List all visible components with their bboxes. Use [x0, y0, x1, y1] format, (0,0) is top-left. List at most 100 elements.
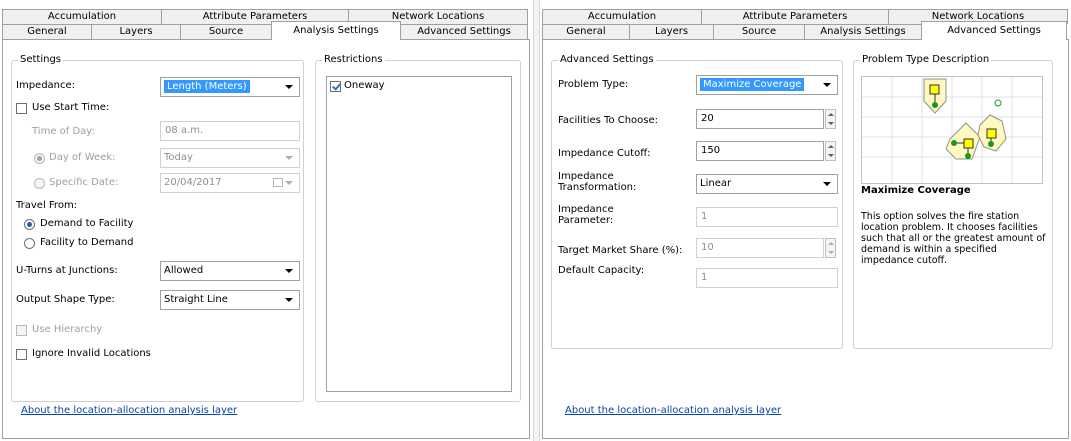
tab-analysis-settings[interactable]: Analysis Settings: [804, 24, 922, 39]
capacity-label: Default Capacity:: [558, 265, 645, 276]
capacity-value: 1: [701, 272, 708, 283]
chevron-down-icon: [285, 85, 293, 89]
day-of-week-radio[interactable]: [34, 153, 45, 164]
restriction-oneway-label: Oneway: [344, 80, 385, 91]
right-dialog-panel: Accumulation Attribute Parameters Networ…: [540, 0, 1071, 441]
tab-advanced-settings[interactable]: Advanced Settings: [921, 21, 1067, 40]
capacity-field[interactable]: 1: [696, 268, 838, 288]
facility-to-demand-radio[interactable]: [24, 238, 35, 249]
chevron-down-icon: [285, 269, 293, 273]
demand-to-facility-label: Demand to Facility: [40, 218, 134, 229]
chevron-down-icon: [285, 156, 293, 160]
tab-accumulation[interactable]: Accumulation: [2, 9, 162, 24]
problem-type-dropdown[interactable]: Maximize Coverage: [696, 75, 838, 95]
tab-general[interactable]: General: [542, 24, 630, 39]
parameter-value: 1: [701, 211, 708, 222]
spin-down-icon: [828, 251, 834, 254]
target-share-value: 10: [701, 242, 714, 253]
transformation-label: Impedance Transformation:: [558, 171, 637, 193]
spin-up-icon: [828, 145, 834, 148]
facilities-spinner[interactable]: [825, 109, 836, 129]
spin-up-icon: [828, 242, 834, 245]
specific-date-value: 20/04/2017: [164, 177, 222, 188]
spin-down-icon: [828, 154, 834, 157]
transformation-value: Linear: [700, 178, 732, 189]
restriction-oneway-checkbox[interactable]: [330, 81, 341, 92]
tab-source[interactable]: Source: [180, 24, 272, 39]
panel-divider: [533, 0, 540, 441]
uturns-label: U-Turns at Junctions:: [16, 265, 118, 276]
restrictions-legend: Restrictions: [322, 54, 385, 66]
day-of-week-dropdown[interactable]: Today: [160, 148, 300, 168]
cutoff-spinner[interactable]: [825, 141, 836, 161]
target-share-label: Target Market Share (%):: [558, 245, 683, 256]
impedance-dropdown[interactable]: Length (Meters): [160, 77, 300, 97]
spin-down-icon: [828, 122, 834, 125]
output-shape-label: Output Shape Type:: [16, 294, 115, 305]
specific-date-picker[interactable]: 20/04/2017: [160, 173, 300, 193]
left-dialog-panel: Accumulation Attribute Parameters Networ…: [0, 0, 533, 441]
maximize-coverage-diagram-icon: [862, 77, 1042, 183]
demand-to-facility-radio[interactable]: [24, 219, 35, 230]
use-start-time-checkbox[interactable]: [16, 103, 27, 114]
time-of-day-value: 08 a.m.: [165, 125, 204, 136]
problem-type-value: Maximize Coverage: [700, 78, 805, 91]
restrictions-group: Restrictions Oneway: [315, 54, 521, 402]
facilities-value: 20: [701, 113, 714, 124]
tab-analysis-settings[interactable]: Analysis Settings: [271, 21, 401, 40]
problem-description-group: Problem Type Description Maximize Covera…: [853, 54, 1053, 349]
day-of-week-label: Day of Week:: [49, 152, 116, 163]
cutoff-value: 150: [701, 145, 721, 156]
time-of-day-label: Time of Day:: [32, 126, 95, 137]
target-share-field[interactable]: 10: [696, 238, 824, 258]
chevron-down-icon: [285, 181, 293, 185]
facility-to-demand-label: Facility to Demand: [40, 237, 134, 248]
advanced-settings-group: Advanced Settings Problem Type: Maximize…: [551, 54, 843, 349]
target-share-spinner[interactable]: [825, 238, 836, 258]
facilities-label: Facilities To Choose:: [558, 115, 659, 126]
tab-layers[interactable]: Layers: [629, 24, 714, 39]
parameter-label: Impedance Parameter:: [558, 204, 614, 226]
tab-general[interactable]: General: [2, 24, 92, 39]
advanced-settings-legend: Advanced Settings: [558, 54, 656, 66]
cutoff-field[interactable]: 150: [696, 141, 824, 161]
chevron-down-icon: [285, 298, 293, 302]
day-of-week-value: Today: [164, 152, 193, 163]
parameter-field[interactable]: 1: [696, 207, 838, 227]
calendar-icon: [273, 178, 283, 187]
transformation-dropdown[interactable]: Linear: [696, 174, 838, 194]
tab-advanced-settings[interactable]: Advanced Settings: [400, 24, 528, 39]
description-title: Maximize Coverage: [861, 185, 971, 196]
specific-date-label: Specific Date:: [49, 177, 119, 188]
specific-date-radio[interactable]: [34, 178, 45, 189]
impedance-label: Impedance:: [16, 80, 76, 91]
chevron-down-icon: [823, 182, 831, 186]
about-link[interactable]: About the location-allocation analysis l…: [21, 405, 237, 416]
description-text: This option solves the fire station loca…: [861, 211, 1046, 266]
chevron-down-icon: [823, 83, 831, 87]
restrictions-list[interactable]: Oneway: [326, 76, 512, 392]
problem-type-label: Problem Type:: [558, 79, 629, 90]
uturns-dropdown[interactable]: Allowed: [160, 261, 300, 281]
ignore-invalid-checkbox[interactable]: [16, 349, 27, 360]
tab-attribute-parameters[interactable]: Attribute Parameters: [701, 9, 889, 24]
output-shape-dropdown[interactable]: Straight Line: [160, 290, 300, 310]
problem-description-legend: Problem Type Description: [860, 54, 992, 66]
impedance-value: Length (Meters): [164, 80, 250, 93]
use-hierarchy-checkbox[interactable]: [16, 325, 27, 336]
tab-layers[interactable]: Layers: [91, 24, 181, 39]
settings-group: Settings Impedance: Length (Meters) Use …: [11, 54, 304, 402]
use-hierarchy-label: Use Hierarchy: [32, 324, 103, 335]
cutoff-label: Impedance Cutoff:: [558, 148, 651, 159]
tab-accumulation[interactable]: Accumulation: [542, 9, 702, 24]
uturns-value: Allowed: [164, 265, 204, 276]
facilities-field[interactable]: 20: [696, 109, 824, 129]
tab-content: Settings Impedance: Length (Meters) Use …: [2, 39, 530, 439]
tab-content: Advanced Settings Problem Type: Maximize…: [542, 39, 1069, 439]
travel-from-label: Travel From:: [16, 200, 78, 211]
time-of-day-field[interactable]: 08 a.m.: [160, 121, 300, 141]
tab-row-bottom: General Layers Source Analysis Settings …: [542, 21, 1067, 40]
tab-source[interactable]: Source: [713, 24, 805, 39]
about-link[interactable]: About the location-allocation analysis l…: [565, 405, 781, 416]
settings-legend: Settings: [18, 54, 64, 66]
